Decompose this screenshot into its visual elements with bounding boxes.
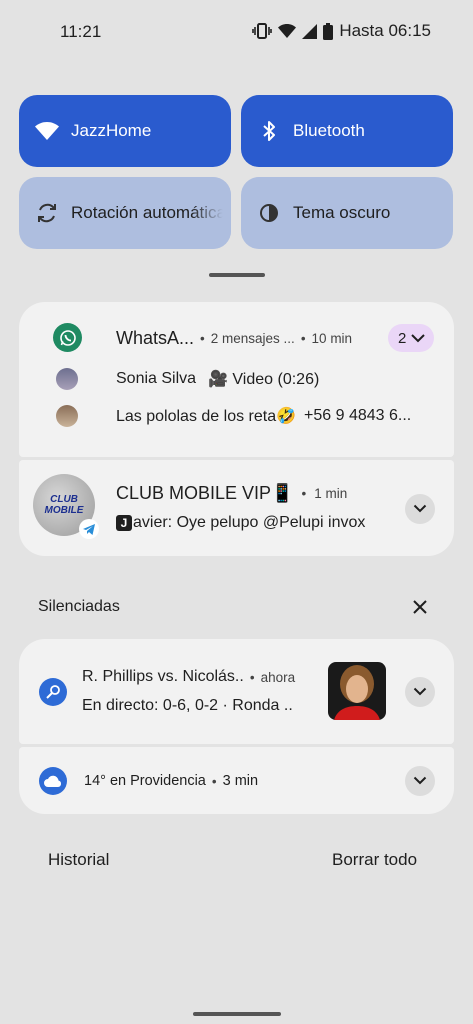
whatsapp-expand-count[interactable]: 2 bbox=[388, 324, 435, 352]
history-button[interactable]: Historial bbox=[48, 850, 109, 870]
match-title: R. Phillips vs. Nicolás.. bbox=[82, 668, 244, 685]
chevron-down-icon bbox=[410, 330, 426, 347]
tile-bluetooth-label: Bluetooth bbox=[293, 121, 365, 140]
tile-bluetooth[interactable]: Bluetooth bbox=[241, 95, 453, 167]
dismiss-silenced-button[interactable] bbox=[412, 599, 428, 615]
sender-initial-badge: J bbox=[116, 515, 132, 531]
weather-app-icon bbox=[39, 767, 67, 795]
silenced-section-title: Silenciadas bbox=[38, 598, 120, 615]
bluetooth-icon bbox=[257, 119, 281, 143]
match-score: En directo: 0-6, 0-2 · Ronda .. bbox=[82, 697, 293, 714]
message-count: 2 bbox=[398, 329, 407, 347]
telegram-message: avier: Oye pelupo @Pelupi invox bbox=[133, 514, 366, 531]
sports-notification[interactable] bbox=[19, 639, 454, 744]
tile-auto-rotate[interactable]: Rotación automática bbox=[19, 177, 231, 249]
whatsapp-app-name: WhatsA... bbox=[116, 327, 195, 348]
chevron-down-icon bbox=[413, 772, 427, 790]
match-time: ahora bbox=[260, 669, 296, 685]
tile-dark-theme-label: Tema oscuro bbox=[293, 203, 391, 222]
tile-dark-theme[interactable]: Tema oscuro bbox=[241, 177, 453, 249]
group-name: Las pololas de los reta🤣 bbox=[116, 408, 297, 425]
chevron-down-icon bbox=[413, 683, 427, 701]
auto-rotate-icon bbox=[35, 201, 59, 225]
status-time: 11:21 bbox=[60, 22, 102, 41]
signal-icon bbox=[302, 23, 318, 39]
weather-time: 3 min bbox=[222, 773, 259, 789]
club-mobile-logo: CLUB MOBILE bbox=[44, 494, 84, 516]
telegram-expand-button[interactable] bbox=[405, 494, 435, 524]
whatsapp-summary: 2 mensajes ... bbox=[210, 330, 295, 346]
telegram-chat-title: CLUB MOBILE VIP📱 bbox=[116, 482, 294, 503]
clear-all-button[interactable]: Borrar todo bbox=[332, 850, 417, 870]
wifi-status-icon bbox=[278, 24, 297, 38]
whatsapp-time: 10 min bbox=[311, 330, 353, 346]
quick-settings-drag-handle[interactable] bbox=[209, 273, 265, 277]
player-photo bbox=[328, 662, 386, 720]
weather-expand-button[interactable] bbox=[405, 766, 435, 796]
sports-expand-button[interactable] bbox=[405, 677, 435, 707]
telegram-icon bbox=[79, 519, 99, 539]
battery-icon bbox=[323, 22, 334, 40]
wifi-icon bbox=[35, 119, 59, 143]
tile-wifi-label: JazzHome bbox=[71, 121, 152, 140]
status-icons: Hasta 06:15 bbox=[252, 21, 431, 41]
close-icon bbox=[412, 600, 428, 619]
whatsapp-app-icon bbox=[53, 323, 82, 352]
sports-app-icon bbox=[39, 678, 67, 706]
alarm-until-text: Hasta 06:15 bbox=[339, 21, 431, 40]
telegram-time: 1 min bbox=[314, 485, 348, 501]
vibrate-icon bbox=[252, 23, 273, 39]
weather-text: 14° en Providencia bbox=[84, 773, 206, 789]
message-sender: Sonia Silva bbox=[116, 370, 197, 387]
gesture-nav-bar[interactable] bbox=[193, 1012, 281, 1016]
group-avatar bbox=[56, 405, 78, 427]
message-text: 🎥 Video (0:26) bbox=[208, 371, 320, 388]
chevron-down-icon bbox=[413, 500, 427, 518]
sender-avatar bbox=[56, 368, 78, 390]
group-message-text: +56 9 4843 6... bbox=[304, 407, 412, 424]
dark-theme-icon bbox=[257, 201, 281, 225]
tile-wifi[interactable]: JazzHome bbox=[19, 95, 231, 167]
